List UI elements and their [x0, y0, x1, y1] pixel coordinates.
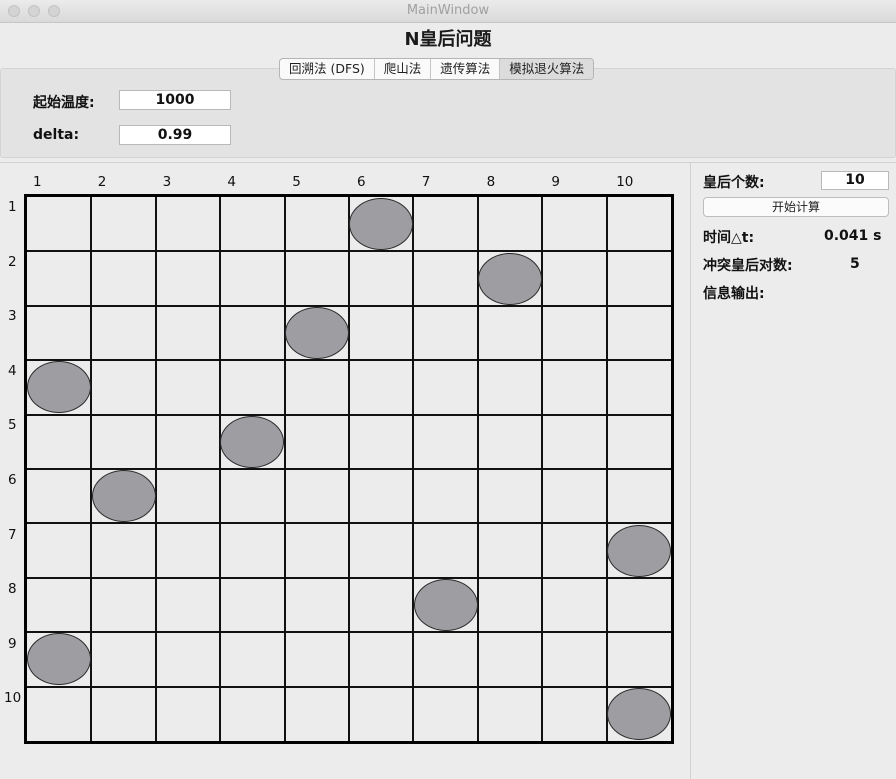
queen-piece [349, 198, 414, 251]
column-label: 8 [486, 174, 496, 190]
column-label: 2 [97, 174, 107, 190]
queen-piece [27, 633, 92, 686]
tab-genetic[interactable]: 遗传算法 [431, 59, 501, 79]
app-title: N皇后问题 [404, 29, 492, 50]
time-label: 时间△t: [703, 230, 755, 246]
row-label: 9 [8, 635, 17, 652]
section-divider [0, 162, 896, 163]
queen-piece [91, 470, 156, 523]
row-label: 5 [8, 417, 17, 434]
delta-label: delta: [33, 127, 80, 143]
column-label: 5 [292, 174, 301, 190]
tab-simulated-annealing[interactable]: 模拟退火算法 [500, 59, 594, 79]
grid-line-vertical [412, 197, 415, 741]
window-titlebar: MainWindow [0, 0, 896, 23]
algorithm-tabs: 回溯法 (DFS) 爬山法 遗传算法 模拟退火算法 [279, 58, 595, 80]
queen-piece [413, 579, 478, 631]
column-label: 7 [421, 174, 431, 190]
start-temp-label: 起始温度: [33, 95, 95, 111]
start-temp-input[interactable]: 1000 [119, 90, 231, 110]
queen-count-label: 皇后个数: [703, 175, 765, 191]
row-label: 6 [8, 472, 17, 488]
grid-line-horizontal [27, 685, 671, 688]
column-label: 3 [162, 174, 172, 190]
conflict-pairs-label: 冲突皇后对数: [703, 258, 793, 274]
grid-line-horizontal [27, 631, 671, 634]
column-label: 4 [227, 174, 236, 190]
row-label: 4 [8, 362, 17, 379]
delta-input[interactable]: 0.99 [119, 125, 231, 145]
queen-piece [27, 361, 92, 414]
chess-board [24, 194, 674, 744]
row-label: 7 [8, 526, 17, 543]
row-label: 1 [8, 199, 17, 215]
info-output-label: 信息输出: [703, 286, 765, 302]
column-label: 1 [33, 174, 42, 190]
column-label: 9 [551, 174, 560, 190]
start-compute-button[interactable]: 开始计算 [703, 197, 889, 217]
grid-line-horizontal [27, 576, 671, 579]
queen-piece [220, 415, 285, 468]
queen-piece [606, 524, 671, 577]
row-label: 3 [8, 308, 17, 325]
queen-count-input[interactable]: 10 [821, 171, 889, 190]
queen-piece [478, 252, 542, 305]
queen-piece [284, 307, 349, 359]
tab-hill-climbing[interactable]: 爬山法 [375, 59, 432, 79]
queen-piece [606, 687, 671, 740]
grid-line-horizontal [27, 522, 671, 525]
time-value: 0.041 s [824, 228, 882, 244]
row-label: 2 [8, 253, 17, 270]
panel-divider [690, 163, 691, 779]
parameter-panel: 起始温度: 1000 delta: 0.99 [0, 68, 896, 158]
window-title: MainWindow [406, 3, 490, 18]
column-label: 6 [357, 174, 366, 190]
row-label: 8 [8, 581, 17, 598]
row-label: 10 [4, 690, 22, 707]
conflict-pairs-value: 5 [850, 256, 860, 272]
tab-backtracking[interactable]: 回溯法 (DFS) [280, 59, 375, 79]
grid-line-vertical [605, 197, 608, 741]
column-label: 10 [616, 174, 634, 190]
